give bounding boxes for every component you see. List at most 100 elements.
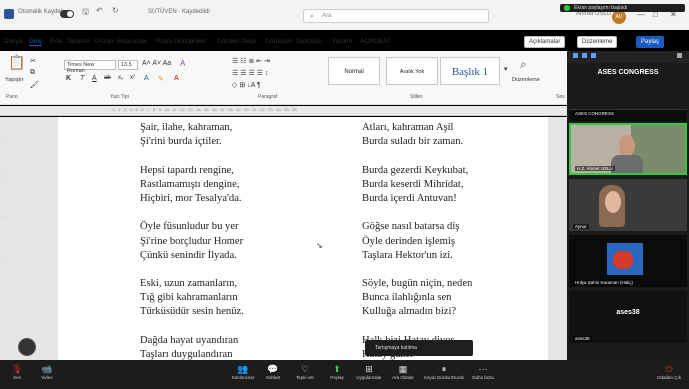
highlight-icon[interactable]: ✎ [158, 75, 164, 83]
editing-group-label[interactable]: Düzenleme [512, 77, 540, 83]
poem-line[interactable]: Dağda hayat uyandıran [140, 334, 244, 348]
view-icon[interactable] [573, 53, 578, 58]
menu-ekle[interactable]: Ekle [50, 38, 62, 45]
text-effects-icon[interactable]: A [144, 75, 149, 82]
menu-gelistirici[interactable]: Geliştirici [296, 38, 322, 45]
react-button[interactable]: ♡ Tepki ver [290, 363, 320, 380]
video-tile-ases[interactable]: ASES CONGRESS [569, 109, 687, 121]
horizontal-ruler[interactable]: · 1 · 2 · 3 · 4 · 5 · 6 · 7 · 8 · 9 · 10… [0, 106, 567, 116]
underline-button[interactable]: A [92, 75, 97, 82]
video-tile-ahmet[interactable]: H.Z. Ahmet USLU [569, 123, 687, 175]
menu-acrobat[interactable]: ACROBAT [360, 38, 390, 45]
avatar[interactable]: AU [612, 10, 626, 24]
poem-line[interactable]: Çünkü senindir İlyada. [140, 249, 244, 263]
poem-line[interactable] [140, 263, 244, 277]
clear-format-icon[interactable]: A [180, 59, 185, 68]
speaker-view-icon[interactable] [591, 53, 596, 58]
menu-tasarim[interactable]: Tasarım [67, 38, 90, 45]
poem-line[interactable]: Burda suladı bir zaman. [362, 135, 472, 149]
breakout-button[interactable]: ▦ Ara Odalar [388, 363, 418, 380]
participants-button[interactable]: 👥 Katılımcılar [228, 363, 258, 380]
poem-line[interactable] [362, 206, 472, 220]
autosave-toggle[interactable] [60, 10, 74, 18]
poem-line[interactable]: Burda keserdi Mihridat, [362, 178, 472, 192]
poem-line[interactable]: Şi'rini burda içtiler. [140, 135, 244, 149]
style-heading1[interactable]: Başlık 1 [440, 57, 500, 85]
poem-line[interactable]: Kulluğa almadın bizi? [362, 305, 472, 319]
comments-button[interactable]: Açıklamalar [524, 36, 566, 48]
poem-line[interactable]: Atları, kahraman Aşil [362, 121, 472, 135]
poem-line[interactable] [140, 206, 244, 220]
poem-line[interactable]: Şi'rine borçludur Homer [140, 235, 244, 249]
italic-button[interactable]: T [80, 75, 84, 82]
menu-yardim[interactable]: Yardım [332, 38, 352, 45]
share-screen-button[interactable]: ⬆ Paylaş [322, 363, 352, 380]
strikethrough-button[interactable]: ab [104, 75, 111, 81]
font-color-icon[interactable]: A [174, 75, 179, 82]
paste-label[interactable]: Yapıştır [5, 77, 24, 83]
menu-gozden-gecir[interactable]: Gözden Geçir [217, 38, 256, 45]
poem-line[interactable] [362, 320, 472, 334]
leave-button[interactable]: ⏻ Odadan Çık [654, 363, 684, 380]
video-tile-ases38[interactable]: ases38 ases38 [569, 291, 687, 343]
poem-line[interactable]: Göğse nasıl batarsa diş [362, 220, 472, 234]
styles-more-icon[interactable]: ▾ [504, 65, 508, 73]
video-tile-aynur[interactable]: Aynur [569, 179, 687, 231]
poem-line[interactable]: Bunca ilahlığınla sen [362, 291, 472, 305]
menu-basvurular[interactable]: Başvurular [117, 38, 148, 45]
poem-line[interactable]: Öyle derinden işlemiş [362, 235, 472, 249]
copy-icon[interactable]: ⧉ [30, 69, 35, 77]
poem-line[interactable]: Öyle füsunludur bu yer [140, 220, 244, 234]
save-icon[interactable]: 🖫 [82, 6, 89, 20]
find-icon[interactable]: ⌕ [520, 57, 527, 72]
bold-button[interactable]: K [66, 75, 71, 82]
font-size-select[interactable]: 13,5 [118, 60, 138, 70]
panel-menu-icon[interactable] [677, 53, 682, 58]
poem-line[interactable]: Söyle, bugün niçin, neden [362, 277, 472, 291]
redo-icon[interactable]: ↻ [112, 6, 119, 15]
video-button[interactable]: 📹 Video [32, 363, 62, 380]
camera-bubble[interactable] [18, 338, 36, 356]
share-button[interactable]: Paylaş [636, 36, 665, 48]
apps-button[interactable]: ⊞ Uygulamalar [354, 363, 384, 380]
menu-dosya[interactable]: Dosya [4, 38, 22, 45]
more-button[interactable]: ⋯ Daha fazla [468, 363, 498, 380]
poem-line[interactable]: Burda gezerdi Keykubat, [362, 164, 472, 178]
menu-giris[interactable]: Giriş [29, 38, 43, 46]
poem-line[interactable]: Eski, uzun zamanların, [140, 277, 244, 291]
record-button[interactable]: ⏸ Kaydı Durdur/Durak [424, 363, 464, 380]
mic-button[interactable]: 🎙 Ses [2, 363, 32, 380]
grow-font-icon[interactable]: A˄ A˅ Aa [142, 60, 171, 67]
document-page[interactable]: Şair, ilahe, kahraman, Şi'rini burda içti… [58, 117, 548, 360]
editing-button[interactable]: Düzenleme [577, 36, 618, 48]
font-name-select[interactable]: Times New Roman [64, 60, 116, 74]
chat-button[interactable]: 💬 Sohbet [258, 363, 288, 380]
poem-line[interactable]: Taşlara Hektor'un izi. [362, 249, 472, 263]
gallery-icon[interactable] [582, 53, 587, 58]
undo-icon[interactable]: ↶ [96, 6, 103, 15]
poem-line[interactable]: Hepsi tapardı rengine, [140, 164, 244, 178]
paste-icon[interactable]: 📋 [8, 54, 25, 71]
video-tile-hulya[interactable]: Hülya Şahin Karaman (Haliç) [569, 235, 687, 287]
zoom-status-pill[interactable]: Ekran paylaşımı başladı [560, 4, 685, 12]
style-no-spacing[interactable]: Aralık Yok [386, 57, 438, 85]
poem-line[interactable]: Türküsüdür sesin henüz. [140, 305, 244, 319]
search-input[interactable]: ⌕ Ara [303, 9, 489, 23]
poem-line[interactable] [362, 263, 472, 277]
cut-icon[interactable]: ✂ [30, 57, 36, 65]
menu-posta[interactable]: Posta Gönderileri [156, 38, 205, 45]
poem-line[interactable] [362, 149, 472, 163]
align-icon[interactable]: ☰ ☰ ☰ ☰ ↕ [232, 69, 268, 77]
poem-line[interactable] [140, 320, 244, 334]
poem-left-column[interactable]: Şair, ilahe, kahraman, Şi'rini burda içti… [140, 121, 244, 362]
poem-line[interactable]: Tığ gibi kahramanların [140, 291, 244, 305]
bullets-icon[interactable]: ☰ ☷ ≣ ⇤ ⇥ [232, 57, 270, 65]
menu-duzen[interactable]: Düzen [95, 38, 113, 45]
poem-right-column[interactable]: Atları, kahraman Aşil Burda suladı bir za… [362, 121, 472, 362]
menu-gorunum[interactable]: Görünüm [265, 38, 292, 45]
format-painter-icon[interactable]: 🖌 [30, 81, 39, 89]
subscript-button[interactable]: x₂ [118, 75, 123, 81]
poem-line[interactable]: Burda içerdi Antuvan! [362, 192, 472, 206]
style-normal[interactable]: Normal [328, 57, 380, 85]
superscript-button[interactable]: x² [130, 75, 135, 81]
